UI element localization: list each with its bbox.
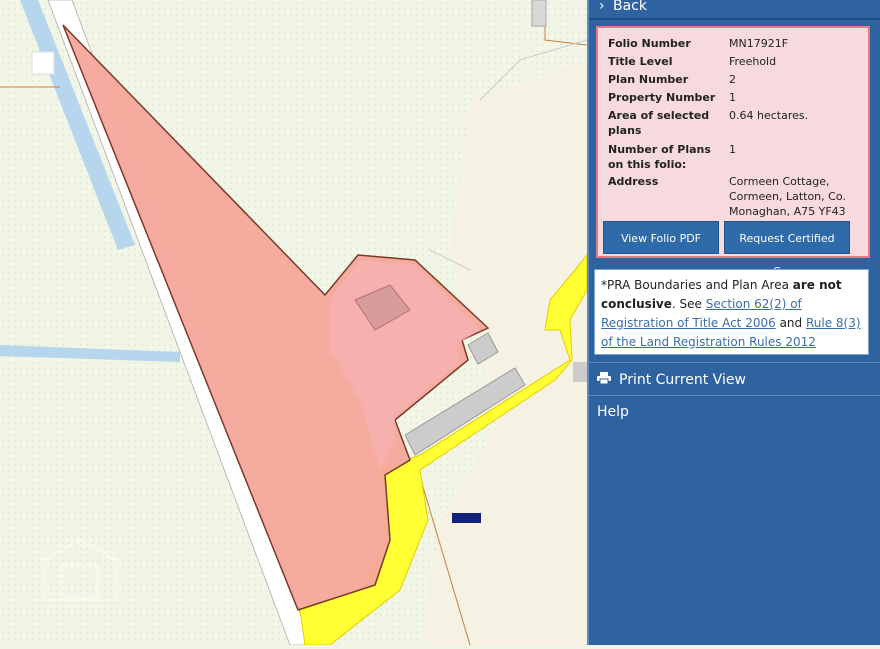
back-label: Back [613, 0, 647, 14]
divider [589, 362, 880, 363]
folio-label: Number of Plans on this folio: [608, 143, 711, 171]
help-button[interactable]: Help [589, 397, 880, 427]
printer-icon [597, 365, 611, 395]
folio-value: 1 [729, 91, 736, 104]
building [31, 51, 55, 75]
notice-mid: . See [671, 297, 706, 311]
folio-label: Area of selected plans [608, 109, 710, 137]
folio-value: MN17921F [729, 37, 789, 50]
notice-prefix: *PRA Boundaries and Plan Area [601, 278, 793, 292]
print-current-view-button[interactable]: Print Current View [589, 365, 880, 395]
print-label: Print Current View [619, 372, 746, 388]
folio-label: Address [608, 175, 659, 188]
back-button[interactable]: › Back [589, 0, 880, 20]
folio-label: Title Level [608, 55, 673, 68]
building [531, 0, 547, 27]
request-certified-copy-button[interactable]: Request Certified Copy [724, 221, 850, 278]
folio-value: 2 [729, 73, 736, 86]
chevron-right-icon: › [599, 0, 605, 14]
notice-and: and [775, 316, 806, 330]
folio-value: Freehold [729, 55, 777, 68]
disclaimer-notice: *PRA Boundaries and Plan Area are not co… [594, 269, 869, 355]
building [573, 362, 587, 382]
map-canvas[interactable] [0, 0, 588, 646]
folio-label: Folio Number [608, 37, 691, 50]
folio-info-box: Folio Number MN17921F Title Level Freeho… [596, 26, 870, 278]
folio-label: Plan Number [608, 73, 689, 86]
info-panel: › Back Folio Number MN17921F Title Level … [587, 0, 880, 645]
folio-value: Cormeen Cottage, Cormeen, Latton, Co. Mo… [729, 175, 846, 218]
map-view[interactable] [0, 0, 588, 646]
view-folio-pdf-button[interactable]: View Folio PDF [603, 221, 719, 254]
folio-value: 1 [729, 143, 736, 156]
folio-label: Property Number [608, 91, 716, 104]
divider [589, 395, 880, 396]
map-marker[interactable] [452, 513, 481, 523]
folio-value: 0.64 hectares. [729, 109, 809, 122]
